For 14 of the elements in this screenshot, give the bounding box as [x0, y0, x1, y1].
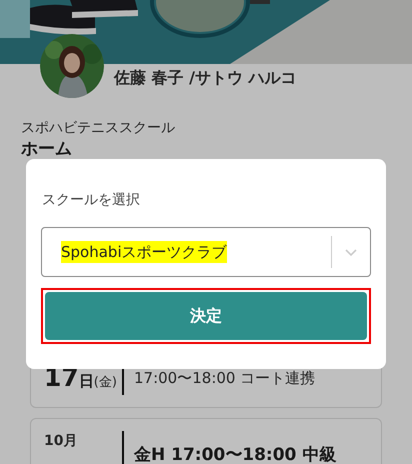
- school-select[interactable]: Spohabiスポーツクラブ: [41, 227, 371, 277]
- school-name: スポハビテニススクール: [21, 119, 176, 138]
- weekday-label: (金): [94, 374, 117, 392]
- confirm-button[interactable]: 決定: [45, 292, 367, 340]
- lesson-title: 金H 17:00〜18:00 中級: [134, 444, 336, 464]
- select-label: スクールを選択: [42, 191, 141, 210]
- avatar: [40, 34, 104, 98]
- page-title: ホーム: [21, 138, 73, 160]
- month-label: 10月: [44, 432, 78, 451]
- lesson-title: 17:00〜18:00 コート連携: [134, 368, 316, 389]
- select-value: Spohabiスポーツクラブ: [61, 240, 227, 264]
- day-unit: 日: [78, 371, 94, 392]
- lesson-card[interactable]: 10月 金H 17:00〜18:00 中級: [30, 418, 382, 464]
- user-name: 佐藤 春子 /サトウ ハルコ: [114, 67, 297, 89]
